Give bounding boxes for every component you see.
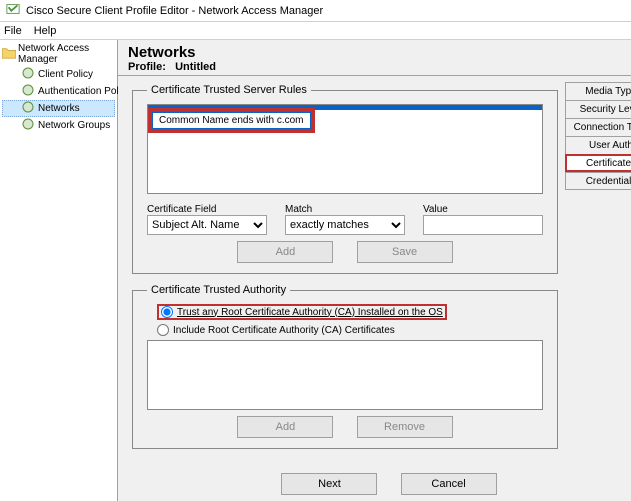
- tree-item-network-groups[interactable]: Network Groups: [2, 117, 115, 134]
- leaf-icon: [22, 84, 34, 99]
- tab-user-auth[interactable]: User Auth: [565, 136, 631, 154]
- wizard-nav: Next Cancel: [118, 469, 631, 501]
- rules-listbox[interactable]: Common Name ends with c.com: [147, 104, 543, 194]
- value-label: Value: [423, 204, 543, 215]
- include-ca-radio[interactable]: [157, 324, 169, 336]
- window-title: Cisco Secure Client Profile Editor - Net…: [26, 5, 323, 17]
- right-tabs: Media Type Security Level Connection Typ…: [565, 82, 631, 190]
- titlebar: Cisco Secure Client Profile Editor - Net…: [0, 0, 631, 22]
- match-select[interactable]: exactly matches: [285, 215, 405, 235]
- tab-connection-type[interactable]: Connection Type: [565, 118, 631, 136]
- folder-icon: [2, 47, 16, 62]
- tree-item-label: Network Groups: [38, 120, 110, 131]
- rules-add-button[interactable]: Add: [237, 241, 333, 263]
- leaf-icon: [22, 67, 34, 82]
- menu-help[interactable]: Help: [34, 25, 57, 37]
- next-button[interactable]: Next: [281, 473, 377, 495]
- include-ca-label: Include Root Certificate Authority (CA) …: [173, 325, 395, 336]
- group-legend: Certificate Trusted Authority: [147, 284, 290, 296]
- main-panel: Networks Profile: Untitled Media Type Se…: [118, 40, 631, 501]
- menubar: File Help: [0, 22, 631, 40]
- tree-root[interactable]: Network Access Manager: [2, 42, 115, 66]
- value-input[interactable]: [423, 215, 543, 235]
- tab-certificates[interactable]: Certificates: [565, 154, 631, 172]
- tree-item-client-policy[interactable]: Client Policy: [2, 66, 115, 83]
- menu-file[interactable]: File: [4, 25, 22, 37]
- cancel-button[interactable]: Cancel: [401, 473, 497, 495]
- cert-field-label: Certificate Field: [147, 204, 267, 215]
- main-header: Networks Profile: Untitled: [118, 40, 631, 76]
- tree-item-auth-policy[interactable]: Authentication Policy: [2, 83, 115, 100]
- app-icon: [6, 2, 20, 19]
- trust-os-label: Trust any Root Certificate Authority (CA…: [177, 307, 443, 318]
- page-title: Networks: [128, 44, 631, 61]
- trusted-authority-group: Certificate Trusted Authority Trust any …: [132, 284, 558, 449]
- match-label: Match: [285, 204, 405, 215]
- tab-media-type[interactable]: Media Type: [565, 82, 631, 100]
- tree-item-networks[interactable]: Networks: [2, 100, 115, 117]
- tree-item-label: Networks: [38, 103, 80, 114]
- trusted-server-rules-group: Certificate Trusted Server Rules Common …: [132, 84, 558, 274]
- trust-os-radio[interactable]: [161, 306, 173, 318]
- profile-value: Untitled: [175, 61, 216, 73]
- tree-panel: Network Access Manager Client Policy Aut…: [0, 40, 118, 501]
- profile-label: Profile:: [128, 61, 166, 73]
- leaf-icon: [22, 118, 34, 133]
- rules-save-button[interactable]: Save: [357, 241, 453, 263]
- group-legend: Certificate Trusted Server Rules: [147, 84, 311, 96]
- tree-item-label: Client Policy: [38, 69, 93, 80]
- ca-listbox[interactable]: [147, 340, 543, 410]
- tab-credentials[interactable]: Credentials: [565, 172, 631, 190]
- tree-root-label: Network Access Manager: [18, 43, 115, 65]
- tree-item-label: Authentication Policy: [38, 86, 131, 97]
- ca-add-button[interactable]: Add: [237, 416, 333, 438]
- cert-field-select[interactable]: Subject Alt. Name: [147, 215, 267, 235]
- ca-remove-button[interactable]: Remove: [357, 416, 453, 438]
- rule-item[interactable]: Common Name ends with c.com: [152, 112, 311, 129]
- tab-security-level[interactable]: Security Level: [565, 100, 631, 118]
- leaf-icon: [22, 101, 34, 116]
